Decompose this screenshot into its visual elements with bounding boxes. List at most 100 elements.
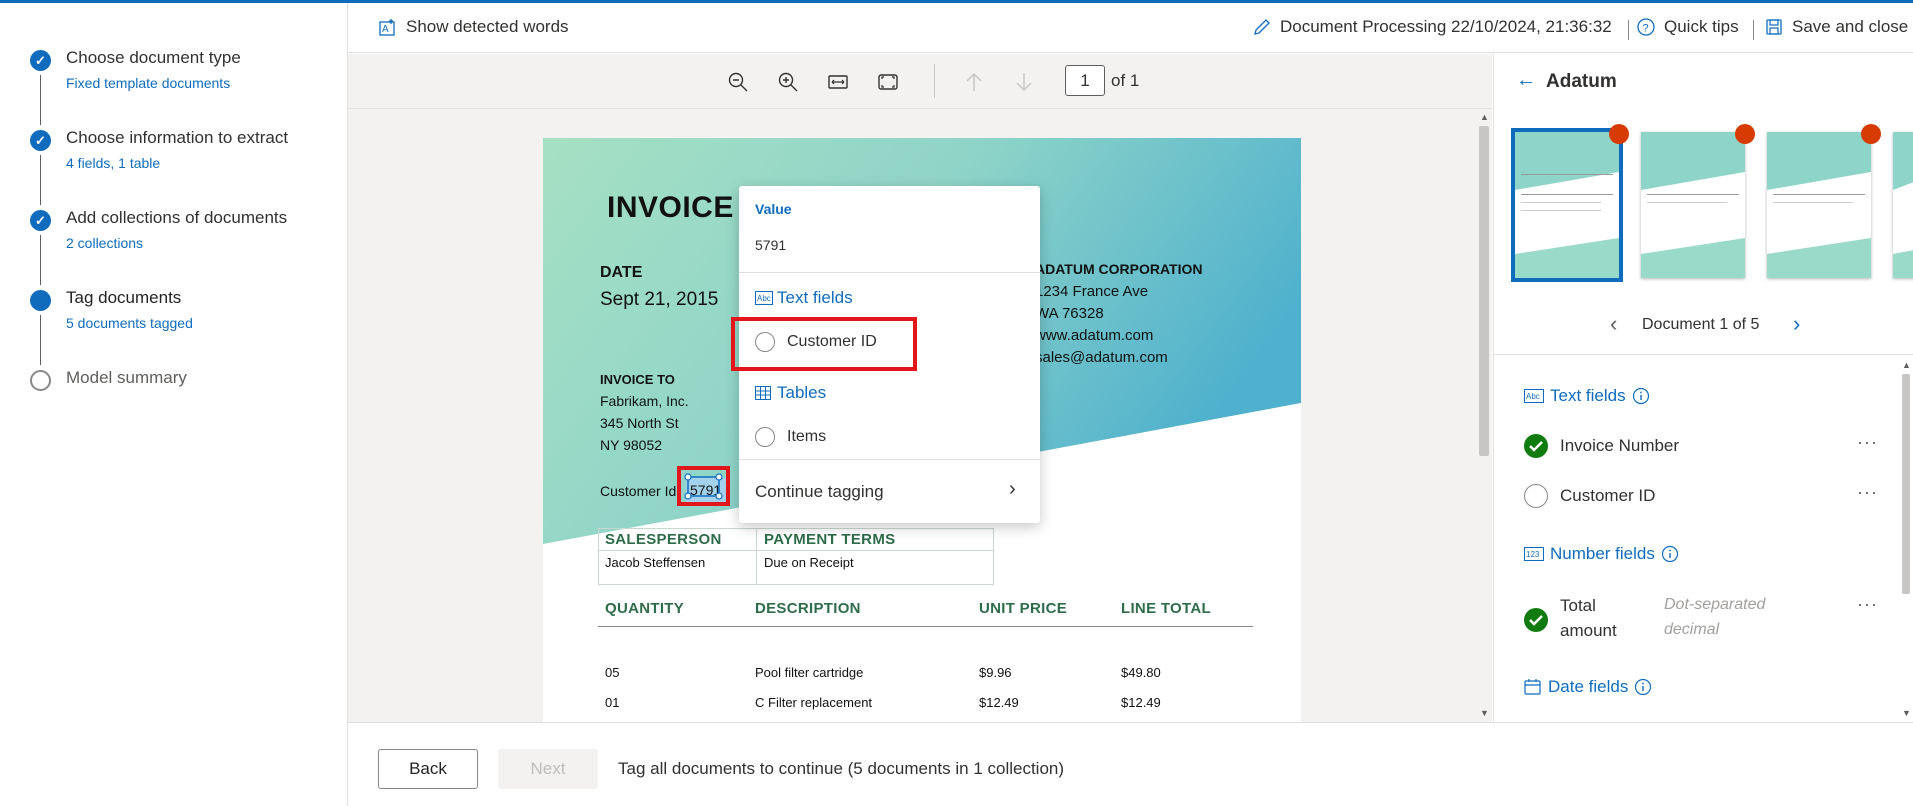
- more-options-icon[interactable]: ···: [1857, 482, 1878, 503]
- alert-dot-icon: [1609, 124, 1629, 144]
- page-number-input[interactable]: 1: [1065, 65, 1105, 96]
- scroll-up-icon[interactable]: ▲: [1902, 360, 1911, 370]
- previous-page-button[interactable]: [960, 68, 988, 96]
- radio-button[interactable]: [755, 427, 775, 447]
- arrow-down-icon: [1016, 73, 1032, 92]
- unchecked-circle-icon: [1524, 484, 1548, 508]
- check-icon: ✓: [30, 210, 51, 231]
- text-field-icon: Abc: [755, 291, 773, 305]
- field-customer-id[interactable]: Customer ID ···: [1524, 482, 1884, 514]
- chevron-right-icon[interactable]: ›: [1009, 478, 1016, 501]
- items-option[interactable]: Items: [755, 427, 826, 447]
- step-connector: [40, 155, 41, 205]
- current-step-icon: [30, 290, 51, 311]
- save-and-close-button[interactable]: Save and close: [1764, 17, 1908, 37]
- salesperson-value: Jacob Steffensen: [605, 555, 706, 570]
- document-thumbnail-4[interactable]: [1893, 132, 1913, 278]
- company-email: sales@adatum.com: [1035, 349, 1168, 366]
- invoice-to-label: INVOICE TO: [600, 372, 675, 387]
- step-subtitle[interactable]: 5 documents tagged: [66, 315, 193, 331]
- viewer-scrollbar[interactable]: ▲ ▼: [1476, 110, 1492, 722]
- col-quantity: QUANTITY: [605, 600, 685, 617]
- step-title: Tag documents: [66, 288, 182, 307]
- number-fields-heading[interactable]: 123 Number fields: [1524, 544, 1679, 564]
- help-icon: ?: [1637, 18, 1655, 36]
- row2-unit-price: $12.49: [979, 695, 1019, 710]
- text-fields-label: Text fields: [777, 288, 853, 307]
- document-thumbnail-3[interactable]: [1767, 132, 1871, 278]
- company-address1: 1234 France Ave: [1035, 283, 1149, 300]
- more-options-icon[interactable]: ···: [1857, 432, 1878, 453]
- items-option-label: Items: [787, 428, 827, 445]
- payment-terms-value: Due on Receipt: [764, 555, 854, 570]
- text-fields-heading[interactable]: Abc Text fields: [1524, 386, 1650, 406]
- step-connector: [40, 75, 41, 125]
- back-button[interactable]: Back: [378, 749, 478, 789]
- document-title: Document Processing 22/10/2024, 21:36:32: [1280, 17, 1612, 36]
- tables-heading: Tables: [755, 383, 826, 403]
- table-icon: [755, 386, 771, 400]
- date-label: DATE: [600, 264, 643, 281]
- document-thumbnail-2[interactable]: [1641, 132, 1745, 278]
- fit-page-button[interactable]: [874, 68, 902, 96]
- row1-description: Pool filter cartridge: [755, 665, 864, 680]
- svg-text:?: ?: [1643, 23, 1649, 35]
- zoom-in-icon: [778, 72, 798, 92]
- row2-description: C Filter replacement: [755, 695, 873, 710]
- zoom-out-button[interactable]: [724, 68, 752, 96]
- fit-width-button[interactable]: [824, 68, 852, 96]
- field-format-hint-line1: Dot-separated: [1664, 596, 1766, 613]
- scroll-down-icon[interactable]: ▼: [1902, 708, 1911, 718]
- continue-tagging-label[interactable]: Continue tagging: [755, 482, 884, 502]
- date-value: Sept 21, 2015: [600, 289, 719, 310]
- field-label: Invoice Number: [1560, 436, 1680, 455]
- collection-name: Adatum: [1546, 71, 1617, 92]
- value-text: 5791: [755, 237, 787, 253]
- step-title: Choose information to extract: [66, 128, 289, 147]
- field-total-amount[interactable]: Total amount Dot-separated decimal ···: [1524, 594, 1884, 650]
- info-icon[interactable]: [1661, 545, 1679, 563]
- page-count: of 1: [1111, 71, 1140, 90]
- next-page-button[interactable]: [1010, 68, 1038, 96]
- show-detected-words-button[interactable]: A Show detected words: [378, 17, 569, 37]
- scrollbar-thumb[interactable]: [1902, 374, 1910, 594]
- company-address2: WA 76328: [1035, 305, 1104, 322]
- document-title-edit[interactable]: Document Processing 22/10/2024, 21:36:32: [1252, 17, 1612, 37]
- next-button[interactable]: Next: [498, 749, 598, 789]
- quick-tips-button[interactable]: ? Quick tips: [1636, 17, 1739, 37]
- info-icon[interactable]: [1632, 387, 1650, 405]
- checkmark-icon: [1524, 608, 1548, 632]
- next-document-icon[interactable]: ›: [1793, 311, 1800, 337]
- company-web: www.adatum.com: [1035, 327, 1154, 344]
- step-subtitle[interactable]: 4 fields, 1 table: [66, 155, 160, 171]
- document-thumbnail-1[interactable]: [1511, 128, 1623, 282]
- thumbnail-preview: [1515, 132, 1619, 278]
- show-detected-words-label: Show detected words: [406, 17, 569, 36]
- scroll-up-icon[interactable]: ▲: [1480, 112, 1489, 122]
- pencil-icon: [1254, 19, 1270, 35]
- more-options-icon[interactable]: ···: [1857, 594, 1878, 615]
- info-icon[interactable]: [1634, 678, 1652, 696]
- toolbar-separator: [1753, 20, 1754, 40]
- zoom-in-button[interactable]: [774, 68, 802, 96]
- selection-handles: [684, 473, 723, 500]
- scroll-down-icon[interactable]: ▼: [1480, 708, 1489, 718]
- number-field-icon: 123: [1524, 547, 1544, 561]
- back-arrow-icon[interactable]: ←: [1516, 69, 1536, 92]
- salesperson-header: SALESPERSON: [605, 531, 722, 548]
- step-subtitle[interactable]: Fixed template documents: [66, 75, 230, 91]
- document-nav-label: Document 1 of 5: [1642, 316, 1760, 333]
- step-subtitle[interactable]: 2 collections: [66, 235, 143, 251]
- top-toolbar: A Show detected words Document Processin…: [348, 3, 1913, 53]
- step-title: Add collections of documents: [66, 208, 288, 227]
- svg-text:123: 123: [1526, 550, 1540, 559]
- field-invoice-number[interactable]: Invoice Number ···: [1524, 432, 1884, 464]
- scrollbar-thumb[interactable]: [1479, 126, 1489, 456]
- invoice-to-line2: 345 North St: [600, 415, 679, 431]
- date-fields-heading[interactable]: Date fields: [1524, 677, 1652, 697]
- field-label: Customer ID: [1560, 486, 1656, 505]
- row1-quantity: 05: [605, 665, 620, 680]
- col-line-total: LINE TOTAL: [1121, 600, 1211, 617]
- previous-document-icon[interactable]: ‹: [1610, 311, 1617, 337]
- panel-scrollbar[interactable]: ▲ ▼: [1898, 356, 1913, 722]
